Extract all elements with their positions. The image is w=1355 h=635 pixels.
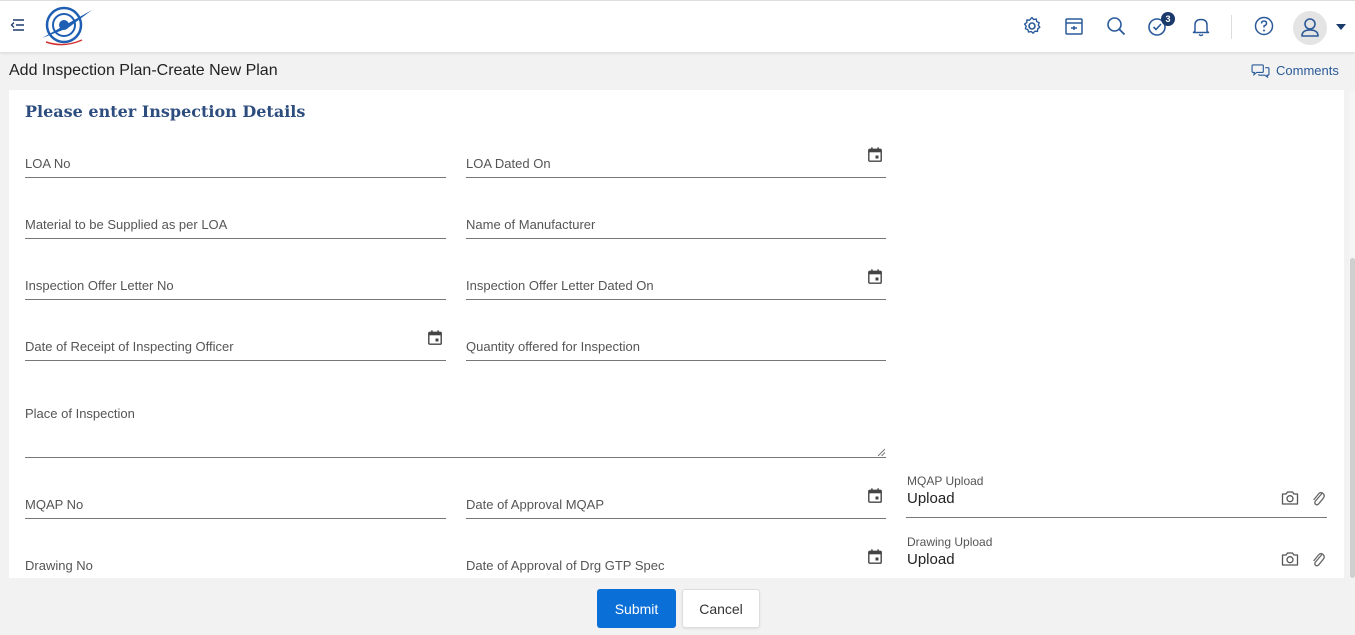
- section-title: Please enter Inspection Details: [25, 102, 306, 121]
- camera-icon[interactable]: [1281, 551, 1299, 567]
- attachment-icon[interactable]: [1311, 489, 1325, 507]
- tasks-badge: 3: [1161, 12, 1175, 26]
- place-of-inspection-label: Place of Inspection: [25, 406, 135, 421]
- calendar-icon[interactable]: [428, 330, 442, 345]
- attachment-icon[interactable]: [1311, 550, 1325, 568]
- comments-icon: [1251, 64, 1270, 78]
- loa-dated-on-label: LOA Dated On: [466, 156, 551, 171]
- receipt-date-label: Date of Receipt of Inspecting Officer: [25, 339, 234, 354]
- place-of-inspection-field[interactable]: Place of Inspection: [25, 394, 886, 458]
- mqap-no-label: MQAP No: [25, 497, 84, 512]
- comments-link[interactable]: Comments: [1251, 63, 1339, 78]
- drawing-no-field[interactable]: Drawing No: [25, 546, 446, 578]
- manufacturer-label: Name of Manufacturer: [466, 217, 596, 232]
- caret-down-icon[interactable]: [1336, 24, 1346, 30]
- offer-letter-dated-label: Inspection Offer Letter Dated On: [466, 278, 654, 293]
- calendar-icon[interactable]: [868, 488, 882, 503]
- manufacturer-field[interactable]: Name of Manufacturer: [466, 205, 886, 239]
- quantity-label: Quantity offered for Inspection: [466, 339, 640, 354]
- drg-approval-field[interactable]: Date of Approval of Drg GTP Spec: [466, 546, 886, 578]
- receipt-date-field[interactable]: Date of Receipt of Inspecting Officer: [25, 327, 446, 361]
- drawing-upload-field[interactable]: Drawing Upload Upload: [906, 535, 1327, 578]
- resize-handle-icon[interactable]: [877, 448, 885, 456]
- mqap-upload-field[interactable]: MQAP Upload Upload: [906, 474, 1327, 518]
- material-field[interactable]: Material to be Supplied as per LOA: [25, 205, 446, 239]
- help-icon[interactable]: [1252, 14, 1276, 38]
- top-navbar: 3: [0, 0, 1355, 52]
- offer-letter-no-field[interactable]: Inspection Offer Letter No: [25, 266, 446, 300]
- submit-button[interactable]: Submit: [597, 589, 676, 628]
- drawing-upload-value: Upload: [907, 551, 955, 568]
- mqap-upload-value: Upload: [907, 490, 955, 507]
- inspection-form-card: Please enter Inspection Details LOA No L…: [9, 90, 1344, 578]
- avatar[interactable]: [1293, 11, 1327, 45]
- settings-icon[interactable]: [1020, 14, 1044, 38]
- menu-toggle-icon[interactable]: [8, 15, 26, 35]
- calendar-icon[interactable]: [868, 147, 882, 162]
- mqap-approval-label: Date of Approval MQAP: [466, 497, 605, 512]
- user-icon: [1301, 18, 1319, 37]
- cancel-button[interactable]: Cancel: [682, 589, 760, 628]
- drawing-no-label: Drawing No: [25, 558, 93, 573]
- page-title: Add Inspection Plan-Create New Plan: [9, 62, 278, 79]
- search-icon[interactable]: [1104, 14, 1128, 38]
- calendar-icon[interactable]: [868, 269, 882, 284]
- comments-label: Comments: [1276, 63, 1339, 78]
- quantity-field[interactable]: Quantity offered for Inspection: [466, 327, 886, 361]
- loa-no-field[interactable]: LOA No: [25, 144, 446, 178]
- drg-approval-label: Date of Approval of Drg GTP Spec: [466, 558, 665, 573]
- offer-letter-no-label: Inspection Offer Letter No: [25, 278, 174, 293]
- offer-letter-dated-field[interactable]: Inspection Offer Letter Dated On: [466, 266, 886, 300]
- drawing-upload-label: Drawing Upload: [907, 535, 993, 549]
- camera-icon[interactable]: [1281, 490, 1299, 506]
- loa-no-label: LOA No: [25, 156, 71, 171]
- logo[interactable]: [38, 4, 94, 50]
- toolbar-divider: [1231, 15, 1232, 39]
- mqap-upload-label: MQAP Upload: [907, 474, 984, 488]
- material-label: Material to be Supplied as per LOA: [25, 217, 228, 232]
- store-icon[interactable]: [1062, 14, 1086, 38]
- loa-dated-on-field[interactable]: LOA Dated On: [466, 144, 886, 178]
- mqap-no-field[interactable]: MQAP No: [25, 485, 446, 519]
- calendar-icon[interactable]: [868, 549, 882, 564]
- scrollbar-thumb[interactable]: [1350, 258, 1355, 578]
- bell-icon[interactable]: [1189, 14, 1213, 38]
- mqap-approval-field[interactable]: Date of Approval MQAP: [466, 485, 886, 519]
